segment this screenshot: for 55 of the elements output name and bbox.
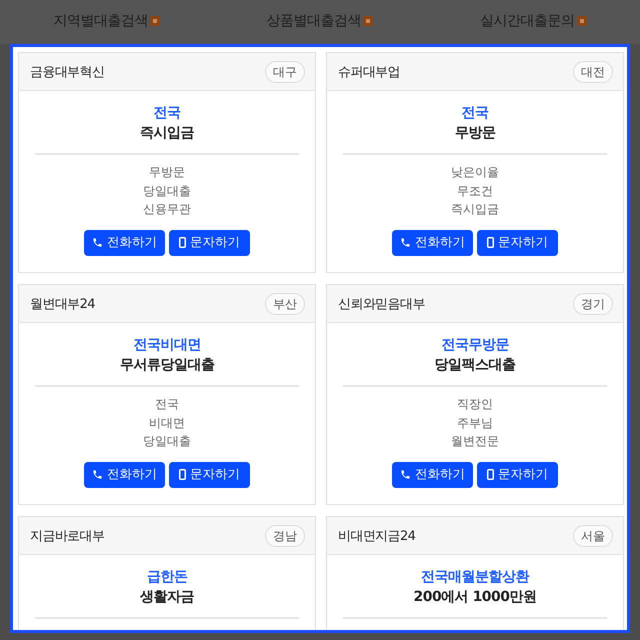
feature-text: 무조건: [457, 182, 493, 200]
subheadline-text: 당일팩스대출: [434, 356, 516, 375]
message-button[interactable]: 문자하기: [477, 462, 558, 488]
smartphone-icon: [487, 237, 494, 248]
feature-text: 전국: [155, 396, 179, 413]
tile-icon: [150, 16, 160, 26]
tile-icon: [576, 16, 587, 26]
feature-text: 월변전문: [451, 433, 499, 450]
headline-text: 전국: [154, 104, 180, 123]
feature-text: 주부님: [457, 414, 493, 432]
headline-text: 급한돈: [146, 568, 188, 587]
lender-name: 비대면지금24: [338, 528, 416, 544]
feature-text: 비대면: [149, 414, 185, 432]
subheadline-text: 200에서 1000만원: [413, 588, 537, 607]
region-badge: 경기: [573, 292, 613, 314]
region-badge: 대전: [573, 60, 613, 82]
smartphone-icon: [487, 469, 494, 480]
headline-text: 전국매월분할상환: [421, 568, 529, 587]
message-button[interactable]: 문자하기: [169, 230, 250, 256]
phone-icon: [400, 469, 411, 480]
phone-icon: [400, 237, 411, 248]
headline-text: 전국무방문: [441, 336, 509, 355]
message-button[interactable]: 문자하기: [169, 462, 250, 488]
message-button[interactable]: 문자하기: [477, 230, 558, 256]
call-button[interactable]: 전화하기: [84, 462, 165, 488]
headline-text: 전국비대면: [133, 336, 201, 355]
subheadline-text: 무서류당일대출: [120, 356, 214, 375]
feature-text: 당일대출: [143, 433, 191, 450]
feature-text: 즉시입금: [451, 201, 499, 218]
call-button[interactable]: 전화하기: [84, 230, 165, 256]
lender-name: 신뢰와믿음대부: [338, 296, 425, 312]
lender-name: 금융대부혁신: [30, 64, 104, 80]
feature-text: 무방문: [149, 164, 185, 181]
phone-icon: [92, 237, 103, 248]
smartphone-icon: [179, 237, 186, 248]
lender-name: 슈퍼대부업: [338, 64, 400, 80]
smartphone-icon: [179, 469, 186, 480]
call-button[interactable]: 전화하기: [392, 462, 473, 488]
region-badge: 부산: [265, 292, 305, 314]
region-badge: 서울: [573, 524, 613, 546]
feature-text: 당일대출: [143, 182, 191, 200]
feature-text: 직장인: [457, 396, 493, 413]
feature-text: 신용무관: [143, 201, 191, 218]
subheadline-text: 즉시입금: [140, 124, 194, 143]
feature-text: 낮은이율: [451, 164, 499, 181]
headline-text: 전국: [462, 104, 488, 123]
tile-icon: [363, 16, 374, 26]
region-badge: 대구: [265, 60, 305, 82]
subheadline-text: 무방문: [454, 124, 496, 143]
call-button[interactable]: 전화하기: [392, 230, 473, 256]
lender-name: 지금바로대부: [30, 528, 104, 544]
region-badge: 경남: [265, 524, 305, 546]
phone-icon: [92, 469, 103, 480]
subheadline-text: 생활자금: [140, 588, 194, 607]
lender-name: 월변대부24: [30, 296, 95, 312]
